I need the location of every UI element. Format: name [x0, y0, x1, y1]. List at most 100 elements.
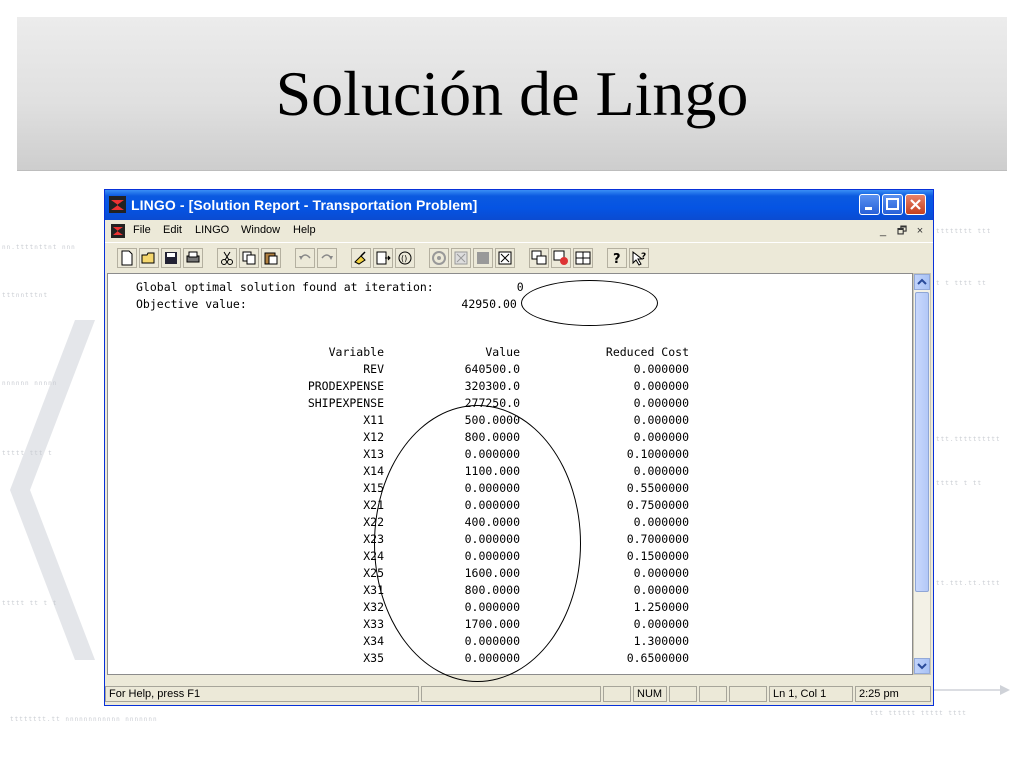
status-empty-panel	[699, 686, 727, 702]
maximize-button[interactable]	[882, 194, 903, 215]
row-reduced-cost: 0.000000	[633, 379, 689, 393]
scroll-up-button[interactable]	[914, 274, 930, 290]
decorative-text: t t tttt tt	[936, 280, 987, 287]
copy-button[interactable]	[239, 248, 259, 268]
paste-icon	[264, 252, 278, 265]
context-help-icon: ?	[632, 250, 646, 266]
matrix-button[interactable]	[473, 248, 493, 268]
match-paren-button[interactable]: ()	[395, 248, 415, 268]
row-variable: X33	[363, 617, 384, 631]
row-variable: X34	[363, 634, 384, 648]
row-reduced-cost: 0.5500000	[626, 481, 689, 495]
decorative-text: nnnnnn nnnnn	[2, 380, 58, 387]
row-reduced-cost: 0.1000000	[626, 447, 689, 461]
status-empty-panel	[669, 686, 697, 702]
mdi-close-button[interactable]: ×	[913, 224, 927, 238]
status-empty-panel	[421, 686, 601, 702]
cut-icon	[221, 251, 233, 265]
row-reduced-cost: 1.250000	[633, 600, 689, 614]
options-icon	[498, 251, 512, 265]
column-header-reduced-cost: Reduced Cost	[605, 345, 689, 359]
scroll-thumb[interactable]	[915, 292, 929, 592]
close-all-button[interactable]	[551, 248, 571, 268]
column-header-value: Value	[485, 345, 520, 359]
help-button[interactable]: ?	[607, 248, 627, 268]
print-icon	[186, 251, 200, 263]
window-title: LINGO - [Solution Report - Transportatio…	[131, 197, 478, 213]
close-all-icon	[553, 250, 568, 265]
values-annotation-circle	[374, 405, 581, 682]
tile-button[interactable]	[573, 248, 593, 268]
decorative-text: ttt tttttt ttttt tttt	[870, 710, 967, 717]
menu-bar: File Edit LINGO Window Help _ 🗗 ×	[105, 220, 933, 242]
context-help-button[interactable]: ?	[629, 248, 649, 268]
cut-button[interactable]	[217, 248, 237, 268]
minimize-icon	[865, 207, 872, 210]
chevron-down-icon	[917, 663, 927, 670]
undo-button[interactable]	[295, 248, 315, 268]
row-reduced-cost: 0.1500000	[626, 549, 689, 563]
toolbar: () ? ?	[105, 242, 933, 273]
open-button[interactable]	[139, 248, 159, 268]
decorative-text: ttttt ttt t	[2, 450, 53, 457]
maximize-icon	[886, 198, 899, 210]
row-variable: X14	[363, 464, 384, 478]
status-clock: 2:25 pm	[855, 686, 931, 702]
vertical-scrollbar[interactable]	[913, 273, 931, 675]
paste-button[interactable]	[261, 248, 281, 268]
menu-edit[interactable]: Edit	[163, 224, 182, 236]
save-button[interactable]	[161, 248, 181, 268]
close-button[interactable]	[905, 194, 926, 215]
menu-file[interactable]: File	[133, 224, 151, 236]
mdi-restore-button[interactable]: 🗗	[895, 224, 909, 238]
row-variable: REV	[363, 362, 384, 376]
row-variable: X13	[363, 447, 384, 461]
help-icon: ?	[613, 252, 621, 266]
slide-title: Solución de Lingo	[275, 58, 749, 129]
decorative-line	[930, 685, 1010, 695]
row-reduced-cost: 0.000000	[633, 362, 689, 376]
status-cursor-position: Ln 1, Col 1	[769, 686, 853, 702]
menu-help[interactable]: Help	[293, 224, 316, 236]
decorative-text: tttttttt.tt nnnnnnnnnnnn nnnnnnn	[10, 716, 158, 723]
decorative-text: nn.ttttnttnt nnn	[2, 244, 76, 251]
svg-text:(): ()	[401, 254, 407, 263]
find-icon	[354, 251, 366, 265]
decorative-arrow-shape	[10, 320, 95, 660]
row-reduced-cost: 0.000000	[633, 617, 689, 631]
new-button[interactable]	[117, 248, 137, 268]
go-to-line-icon	[376, 251, 391, 265]
row-reduced-cost: 0.7000000	[626, 532, 689, 546]
row-variable: X32	[363, 600, 384, 614]
options-button[interactable]	[495, 248, 515, 268]
menu-window[interactable]: Window	[241, 224, 280, 236]
status-help-text: For Help, press F1	[105, 686, 419, 702]
svg-text:?: ?	[641, 252, 646, 262]
chevron-up-icon	[917, 278, 927, 285]
scroll-down-button[interactable]	[914, 658, 930, 674]
objective-value-line: Objective value: 42950.00	[136, 297, 517, 311]
go-to-line-button[interactable]	[373, 248, 393, 268]
row-reduced-cost: 0.000000	[633, 413, 689, 427]
row-variable: X35	[363, 651, 384, 665]
find-button[interactable]	[351, 248, 371, 268]
save-icon	[165, 252, 177, 264]
menu-lingo[interactable]: LINGO	[195, 224, 229, 236]
matrix-icon	[477, 252, 489, 264]
report-status-line: Global optimal solution found at iterati…	[136, 280, 524, 294]
send-to-back-button[interactable]	[529, 248, 549, 268]
mdi-minimize-button[interactable]: _	[876, 224, 890, 238]
open-icon	[141, 252, 155, 264]
solve-button[interactable]	[429, 248, 449, 268]
decorative-text: tt.ttt.tt.tttt	[936, 580, 1001, 587]
row-reduced-cost: 0.000000	[633, 430, 689, 444]
window-titlebar[interactable]: LINGO - [Solution Report - Transportatio…	[105, 190, 933, 220]
redo-button[interactable]	[317, 248, 337, 268]
solution-button[interactable]	[451, 248, 471, 268]
document-icon[interactable]	[110, 223, 126, 239]
print-button[interactable]	[183, 248, 203, 268]
status-bar: For Help, press F1 NUM Ln 1, Col 1 2:25 …	[105, 684, 933, 704]
copy-icon	[242, 251, 256, 265]
minimize-button[interactable]	[859, 194, 880, 215]
new-icon	[121, 250, 133, 266]
